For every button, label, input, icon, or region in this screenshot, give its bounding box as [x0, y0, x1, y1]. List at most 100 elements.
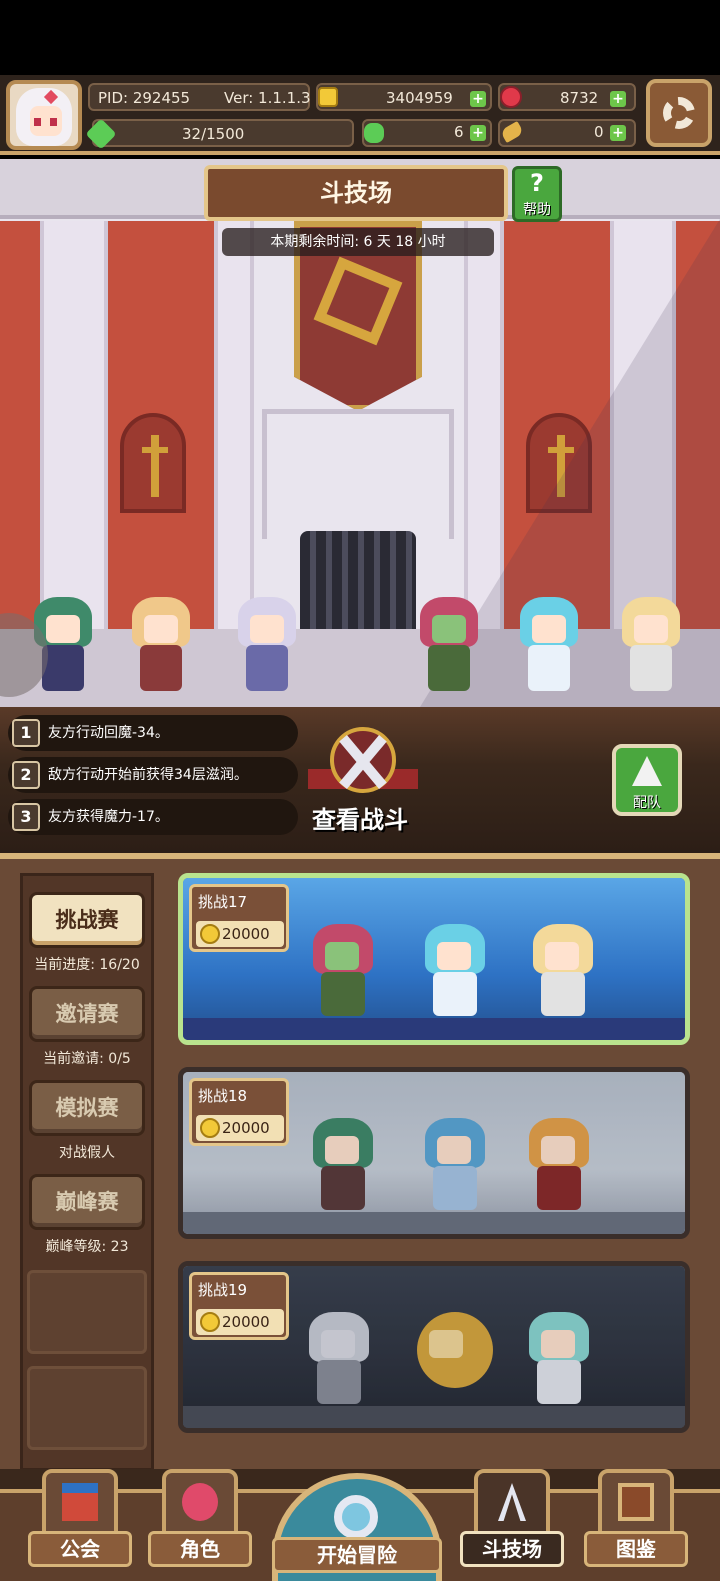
- nav-codex-label: 图鉴: [584, 1531, 688, 1567]
- buff-row: 2 敌方行动开始前获得34层滋润。: [8, 757, 298, 793]
- invite-progress: 当前邀请: 0/5: [43, 1051, 131, 1067]
- team-icon: [632, 756, 662, 786]
- nav-role-label: 角色: [148, 1531, 252, 1567]
- coin-icon: [200, 1312, 220, 1332]
- coin-icon: [318, 87, 338, 107]
- coin-icon: [200, 1118, 220, 1138]
- challenge-label: 挑战17 20000: [189, 884, 289, 952]
- crossed-swords-icon: [498, 1483, 526, 1521]
- magnifier-icon: [334, 1495, 378, 1539]
- status-bar: [0, 0, 720, 75]
- mode-sidebar: 挑战赛 当前进度: 16/20 邀请赛 当前邀请: 0/5 模拟赛 对战假人 巅…: [20, 873, 154, 1471]
- reward-amount: 20000: [222, 925, 270, 943]
- challenge-card[interactable]: 挑战17 20000: [178, 873, 690, 1045]
- enemy-hero: [612, 587, 690, 697]
- coin-icon: [200, 924, 220, 944]
- nav-role[interactable]: 角色: [148, 1469, 252, 1571]
- clover-icon: [364, 123, 384, 143]
- team-setup-button[interactable]: 配队: [612, 744, 682, 816]
- season-timer: 本期剩余时间: 6 天 18 小时: [222, 228, 494, 256]
- nav-guild-label: 公会: [28, 1531, 132, 1567]
- horn-amount: 0: [594, 123, 604, 141]
- guild-building-icon: [62, 1483, 98, 1521]
- sword-icon: [151, 435, 159, 497]
- peak-level: 巅峰等级: 23: [45, 1239, 129, 1255]
- arena-title-plate: 斗技场: [204, 165, 508, 221]
- nav-adventure-label: 开始冒险: [272, 1537, 442, 1573]
- sword-guard: [142, 447, 168, 453]
- view-battle-button[interactable]: 查看战斗: [290, 800, 430, 835]
- opponent-hero: [303, 918, 383, 1018]
- gem-amount: 8732: [560, 89, 599, 107]
- help-label: 帮助: [523, 202, 551, 218]
- gear-core: [673, 107, 685, 119]
- add-horn-button[interactable]: +: [610, 125, 626, 141]
- view-battle-crest[interactable]: [308, 727, 418, 805]
- avatar-eye: [34, 118, 41, 126]
- add-gold-button[interactable]: +: [470, 91, 486, 107]
- add-gems-button[interactable]: +: [610, 91, 626, 107]
- ally-hero: [122, 587, 200, 697]
- nav-arena[interactable]: 斗技场: [460, 1469, 564, 1571]
- mode-challenge-button[interactable]: 挑战赛: [29, 892, 145, 948]
- sword-niche: [120, 413, 186, 513]
- add-clover-button[interactable]: +: [470, 125, 486, 141]
- help-button[interactable]: ? 帮助: [512, 166, 562, 222]
- challenge-name: 挑战17: [198, 893, 248, 911]
- gold-amount: 3404959: [386, 89, 453, 107]
- challenge-progress: 当前进度: 16/20: [34, 957, 140, 973]
- buff-text: 友方获得魔力-17。: [48, 809, 169, 825]
- game-screen: PID: 292455 Ver: 1.1.1.3 3404959 + 8732 …: [0, 0, 720, 1581]
- opponent-hero: [415, 918, 495, 1018]
- mode-invite-button[interactable]: 邀请赛: [29, 986, 145, 1042]
- clover-amount: 6: [454, 123, 464, 141]
- buff-row: 3 友方获得魔力-17。: [8, 799, 298, 835]
- question-icon: ?: [530, 169, 544, 197]
- sword-guard: [548, 447, 574, 453]
- simulation-subtitle: 对战假人: [59, 1145, 115, 1161]
- stamina-amount: 32/1500: [182, 125, 245, 143]
- gate-arch: [262, 409, 454, 539]
- challenge-name: 挑战19: [198, 1281, 248, 1299]
- challenge-label: 挑战18 20000: [189, 1078, 289, 1146]
- challenge-card[interactable]: 挑战18 20000: [178, 1067, 690, 1239]
- book-icon: [618, 1483, 654, 1521]
- gem-icon: [500, 86, 522, 108]
- banner-emblem-icon: [313, 256, 403, 346]
- buff-number: 3: [12, 803, 40, 831]
- mode-simulation-button[interactable]: 模拟赛: [29, 1080, 145, 1136]
- empty-mode-slot: [27, 1270, 147, 1354]
- challenge-card[interactable]: 挑战19 20000: [178, 1261, 690, 1433]
- resource-bar: PID: 292455 Ver: 1.1.1.3 3404959 + 8732 …: [0, 75, 720, 155]
- challenge-reward: 20000: [196, 1309, 284, 1335]
- nav-start-adventure[interactable]: 开始冒险: [272, 1473, 442, 1581]
- opponent-hero: [523, 918, 603, 1018]
- arena-panel: 挑战赛 当前进度: 16/20 邀请赛 当前邀请: 0/5 模拟赛 对战假人 巅…: [0, 853, 720, 1471]
- empty-mode-slot: [27, 1366, 147, 1450]
- character-icon: [182, 1483, 218, 1521]
- game-version: Ver: 1.1.1.3: [224, 89, 311, 107]
- page-title: 斗技场: [320, 179, 392, 207]
- challenge-reward: 20000: [196, 921, 284, 947]
- player-avatar[interactable]: [6, 80, 82, 150]
- buff-number: 1: [12, 719, 40, 747]
- settings-button[interactable]: [646, 79, 712, 147]
- buff-text: 友方行动回魔-34。: [48, 725, 169, 741]
- card-ground: [183, 1018, 685, 1040]
- reward-amount: 20000: [222, 1119, 270, 1137]
- avatar-eye: [50, 118, 57, 126]
- buff-number: 2: [12, 761, 40, 789]
- buff-text: 敌方行动开始前获得34层滋润。: [48, 767, 248, 783]
- challenge-name: 挑战18: [198, 1087, 248, 1105]
- enemy-hero: [410, 587, 488, 697]
- team-label: 配队: [633, 795, 661, 811]
- mode-peak-button[interactable]: 巅峰赛: [29, 1174, 145, 1230]
- ally-hero: [228, 587, 306, 697]
- buff-row: 1 友方行动回魔-34。: [8, 715, 298, 751]
- enemy-hero: [510, 587, 588, 697]
- player-id: PID: 292455: [98, 89, 191, 107]
- reward-amount: 20000: [222, 1313, 270, 1331]
- nav-guild[interactable]: 公会: [28, 1469, 132, 1571]
- nav-codex[interactable]: 图鉴: [584, 1469, 688, 1571]
- challenge-label: 挑战19 20000: [189, 1272, 289, 1340]
